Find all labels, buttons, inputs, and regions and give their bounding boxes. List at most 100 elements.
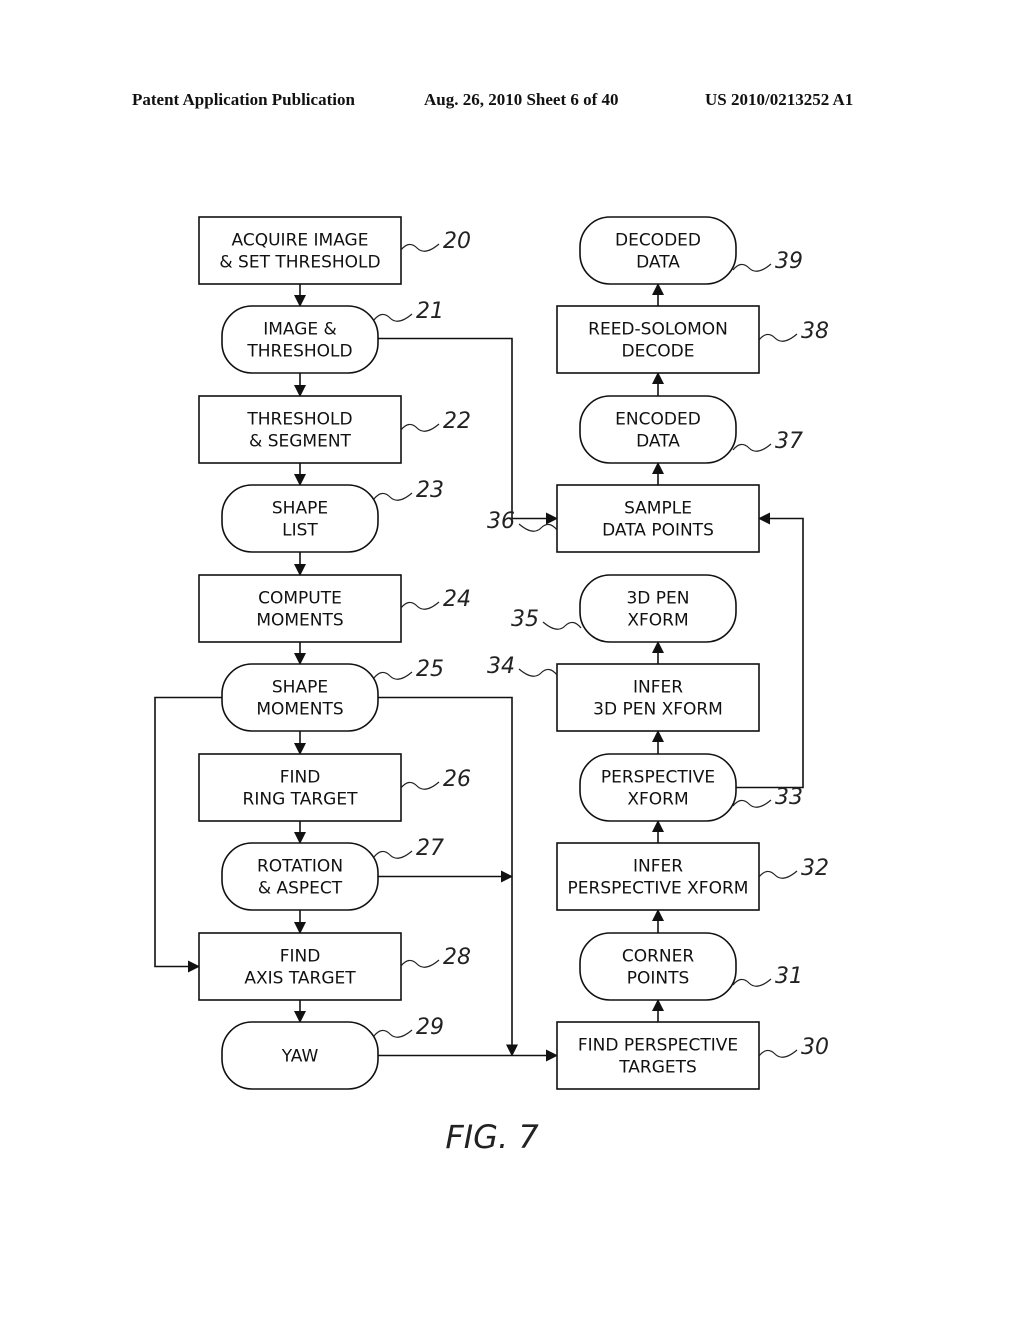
- node-label-line: 3D PEN: [626, 589, 689, 609]
- node-label-line: THRESHOLD: [246, 342, 352, 362]
- reference-number: 29: [416, 1015, 444, 1040]
- reference-number: 30: [801, 1035, 829, 1060]
- node-label-line: YAW: [281, 1047, 319, 1067]
- reference-number: 39: [775, 249, 803, 274]
- node-label-line: & SET THRESHOLD: [219, 253, 380, 273]
- data-terminal-shape: [579, 574, 737, 643]
- flow-node-36: SAMPLEDATA POINTS: [556, 484, 760, 553]
- reference-number: 35: [511, 607, 539, 632]
- reference-leader-line: [400, 959, 440, 968]
- reference-number: 34: [487, 654, 515, 679]
- reference-leader-line: [373, 492, 413, 501]
- node-label-line: PERSPECTIVE: [601, 768, 715, 788]
- flow-node-33: PERSPECTIVEXFORM: [579, 753, 737, 822]
- node-label-line: XFORM: [627, 611, 688, 631]
- flow-node-38: REED-SOLOMONDECODE: [556, 305, 760, 374]
- reference-leader-line: [758, 870, 798, 879]
- flow-node-31: CORNERPOINTS: [579, 932, 737, 1001]
- node-label-line: ACQUIRE IMAGE: [232, 231, 369, 251]
- node-label-line: REED-SOLOMON: [588, 320, 728, 340]
- data-terminal-shape: [221, 842, 379, 911]
- reference-leader-line: [732, 978, 772, 987]
- reference-leader-line: [758, 333, 798, 342]
- process-box-shape: [556, 1021, 760, 1090]
- reference-leader-line: [400, 423, 440, 432]
- flow-node-23: SHAPELIST: [221, 484, 379, 553]
- node-label-line: ROTATION: [257, 857, 343, 877]
- node-label-line: SAMPLE: [624, 499, 692, 519]
- node-label-line: LIST: [282, 521, 318, 541]
- reference-leader-line: [518, 523, 558, 532]
- reference-number: 22: [443, 409, 471, 434]
- reference-leader-line: [542, 621, 582, 630]
- flow-node-20: ACQUIRE IMAGE& SET THRESHOLD: [198, 216, 402, 285]
- flow-node-21: IMAGE &THRESHOLD: [221, 305, 379, 374]
- node-label-line: XFORM: [627, 790, 688, 810]
- reference-number: 23: [416, 478, 444, 503]
- reference-number: 24: [443, 587, 471, 612]
- node-label-line: 3D PEN XFORM: [593, 700, 723, 720]
- node-label-line: FIND PERSPECTIVE: [578, 1036, 738, 1056]
- reference-number: 37: [775, 429, 803, 454]
- flow-node-35: 3D PENXFORM: [579, 574, 737, 643]
- reference-leader-line: [400, 243, 440, 252]
- node-label-line: DECODE: [622, 342, 695, 362]
- data-terminal-shape: [221, 305, 379, 374]
- node-label-line: DATA POINTS: [602, 521, 714, 541]
- node-label-line: DATA: [636, 432, 680, 452]
- process-box-shape: [198, 395, 402, 464]
- reference-number: 31: [775, 964, 803, 989]
- reference-number: 27: [416, 836, 444, 861]
- reference-leader-line: [400, 601, 440, 610]
- node-label-line: ENCODED: [615, 410, 701, 430]
- data-terminal-shape: [579, 932, 737, 1001]
- node-label-line: RING TARGET: [243, 790, 359, 810]
- flowchart-diagram: ACQUIRE IMAGE& SET THRESHOLD IMAGE &THRES…: [154, 216, 829, 1156]
- flow-node-27: ROTATION& ASPECT: [221, 842, 379, 911]
- reference-leader-line: [732, 799, 772, 808]
- flow-node-28: FINDAXIS TARGET: [198, 932, 402, 1001]
- process-box-shape: [556, 663, 760, 732]
- reference-leader-line: [373, 313, 413, 322]
- node-label-line: INFER: [633, 678, 683, 698]
- node-label-line: DATA: [636, 253, 680, 273]
- flow-node-32: INFERPERSPECTIVE XFORM: [556, 842, 760, 911]
- node-label-line: MOMENTS: [256, 700, 343, 720]
- node-label-line: SHAPE: [272, 499, 328, 519]
- process-box-shape: [198, 932, 402, 1001]
- reference-leader-line: [732, 443, 772, 452]
- flow-node-24: COMPUTEMOMENTS: [198, 574, 402, 643]
- node-label-line: INFER: [633, 857, 683, 877]
- reference-number: 32: [801, 856, 829, 881]
- process-box-shape: [198, 216, 402, 285]
- reference-number: 33: [775, 785, 803, 810]
- node-label-line: MOMENTS: [256, 611, 343, 631]
- node-label-line: THRESHOLD: [246, 410, 352, 430]
- figure-label: FIG. 7: [445, 1118, 539, 1156]
- node-label-line: FIND: [280, 947, 321, 967]
- flow-node-30: FIND PERSPECTIVETARGETS: [556, 1021, 760, 1090]
- reference-number: 25: [416, 657, 444, 682]
- node-label-line: CORNER: [622, 947, 695, 967]
- flow-arrow-25-to-28: [154, 696, 222, 973]
- flow-node-34: INFER3D PEN XFORM: [556, 663, 760, 732]
- node-label-line: PERSPECTIVE XFORM: [568, 879, 749, 899]
- flow-node-29: YAW: [221, 1021, 379, 1090]
- node-label-line: & SEGMENT: [249, 432, 351, 452]
- reference-number: 28: [443, 945, 471, 970]
- node-label-line: COMPUTE: [258, 589, 342, 609]
- data-terminal-shape: [221, 663, 379, 732]
- node-label-line: TARGETS: [618, 1058, 697, 1078]
- data-terminal-shape: [579, 216, 737, 285]
- node-label-line: DECODED: [615, 231, 701, 251]
- node-label-line: & ASPECT: [258, 879, 343, 899]
- reference-leader-line: [518, 668, 558, 677]
- node-label-line: AXIS TARGET: [244, 969, 356, 989]
- process-box-shape: [556, 484, 760, 553]
- flow-node-39: DECODEDDATA: [579, 216, 737, 285]
- node-label-line: POINTS: [627, 969, 690, 989]
- reference-leader-line: [373, 850, 413, 859]
- data-terminal-shape: [579, 395, 737, 464]
- reference-leader-line: [400, 781, 440, 790]
- flow-node-22: THRESHOLD& SEGMENT: [198, 395, 402, 464]
